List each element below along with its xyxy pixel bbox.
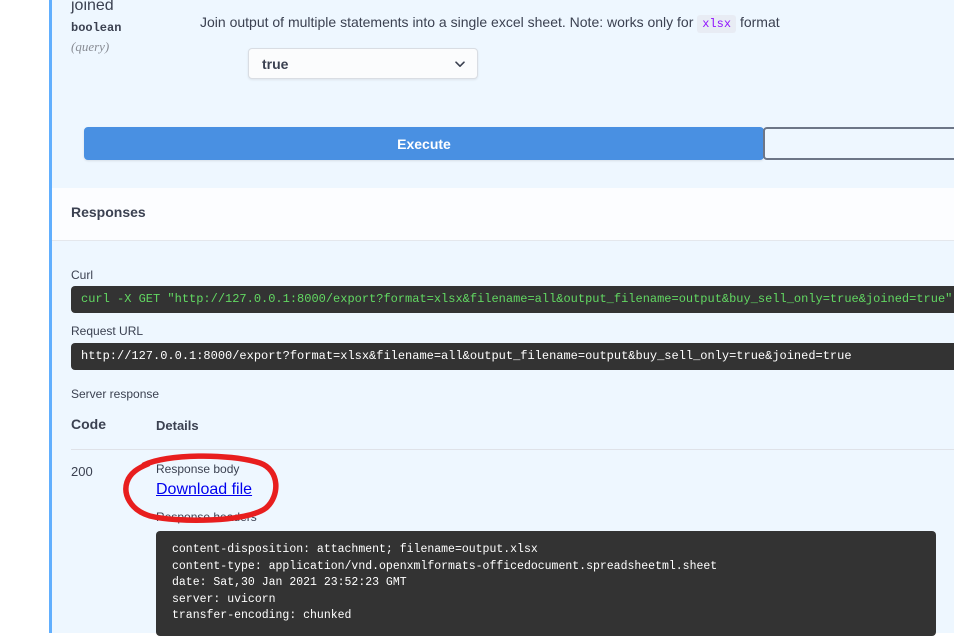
parameter-description: Join output of multiple statements into … [200,12,946,35]
request-url-label: Request URL [71,324,144,338]
parameter-row: joined boolean (query) Join output of mu… [52,0,954,118]
response-headers-block: content-disposition: attachment; filenam… [156,531,936,636]
request-url-block[interactable]: http://127.0.0.1:8000/export?format=xlsx… [71,343,954,370]
operation-block: joined boolean (query) Join output of mu… [49,0,954,636]
table-row: Response body Download file Response hea… [156,461,954,636]
parameter-name: joined [71,0,114,14]
response-status-code: 200 [71,464,93,479]
chevron-down-icon [454,58,466,70]
table-header-details: Details [156,418,199,433]
execute-row: Execute [52,127,954,160]
parameter-location: (query) [71,39,110,54]
responses-heading-band: Responses [52,188,954,241]
parameter-name-column: joined boolean (query) [71,0,201,56]
execute-button[interactable]: Execute [84,127,764,160]
response-body-label: Response body [156,462,240,476]
server-response-label: Server response [71,387,160,401]
table-header-code: Code [71,416,106,432]
parameter-description-text-before: Join output of multiple statements into … [200,14,694,30]
clear-button[interactable] [763,127,954,160]
parameter-description-column: Join output of multiple statements into … [200,12,946,79]
curl-command-block[interactable]: curl -X GET "http://127.0.0.1:8000/expor… [71,286,954,313]
responses-title: Responses [71,204,146,220]
joined-select[interactable]: true [248,48,478,79]
download-file-link[interactable]: Download file [156,481,252,499]
responses-content: Curl curl -X GET "http://127.0.0.1:8000/… [52,240,954,636]
joined-select-value: true [262,55,289,72]
parameter-type: boolean [71,21,122,35]
parameter-description-code: xlsx [697,15,737,33]
parameter-select-wrapper: true [248,48,478,79]
response-headers-label: Response headers [156,510,257,524]
table-header-divider [71,449,954,450]
curl-label: Curl [71,268,94,282]
parameter-description-text-after: format [739,14,780,30]
